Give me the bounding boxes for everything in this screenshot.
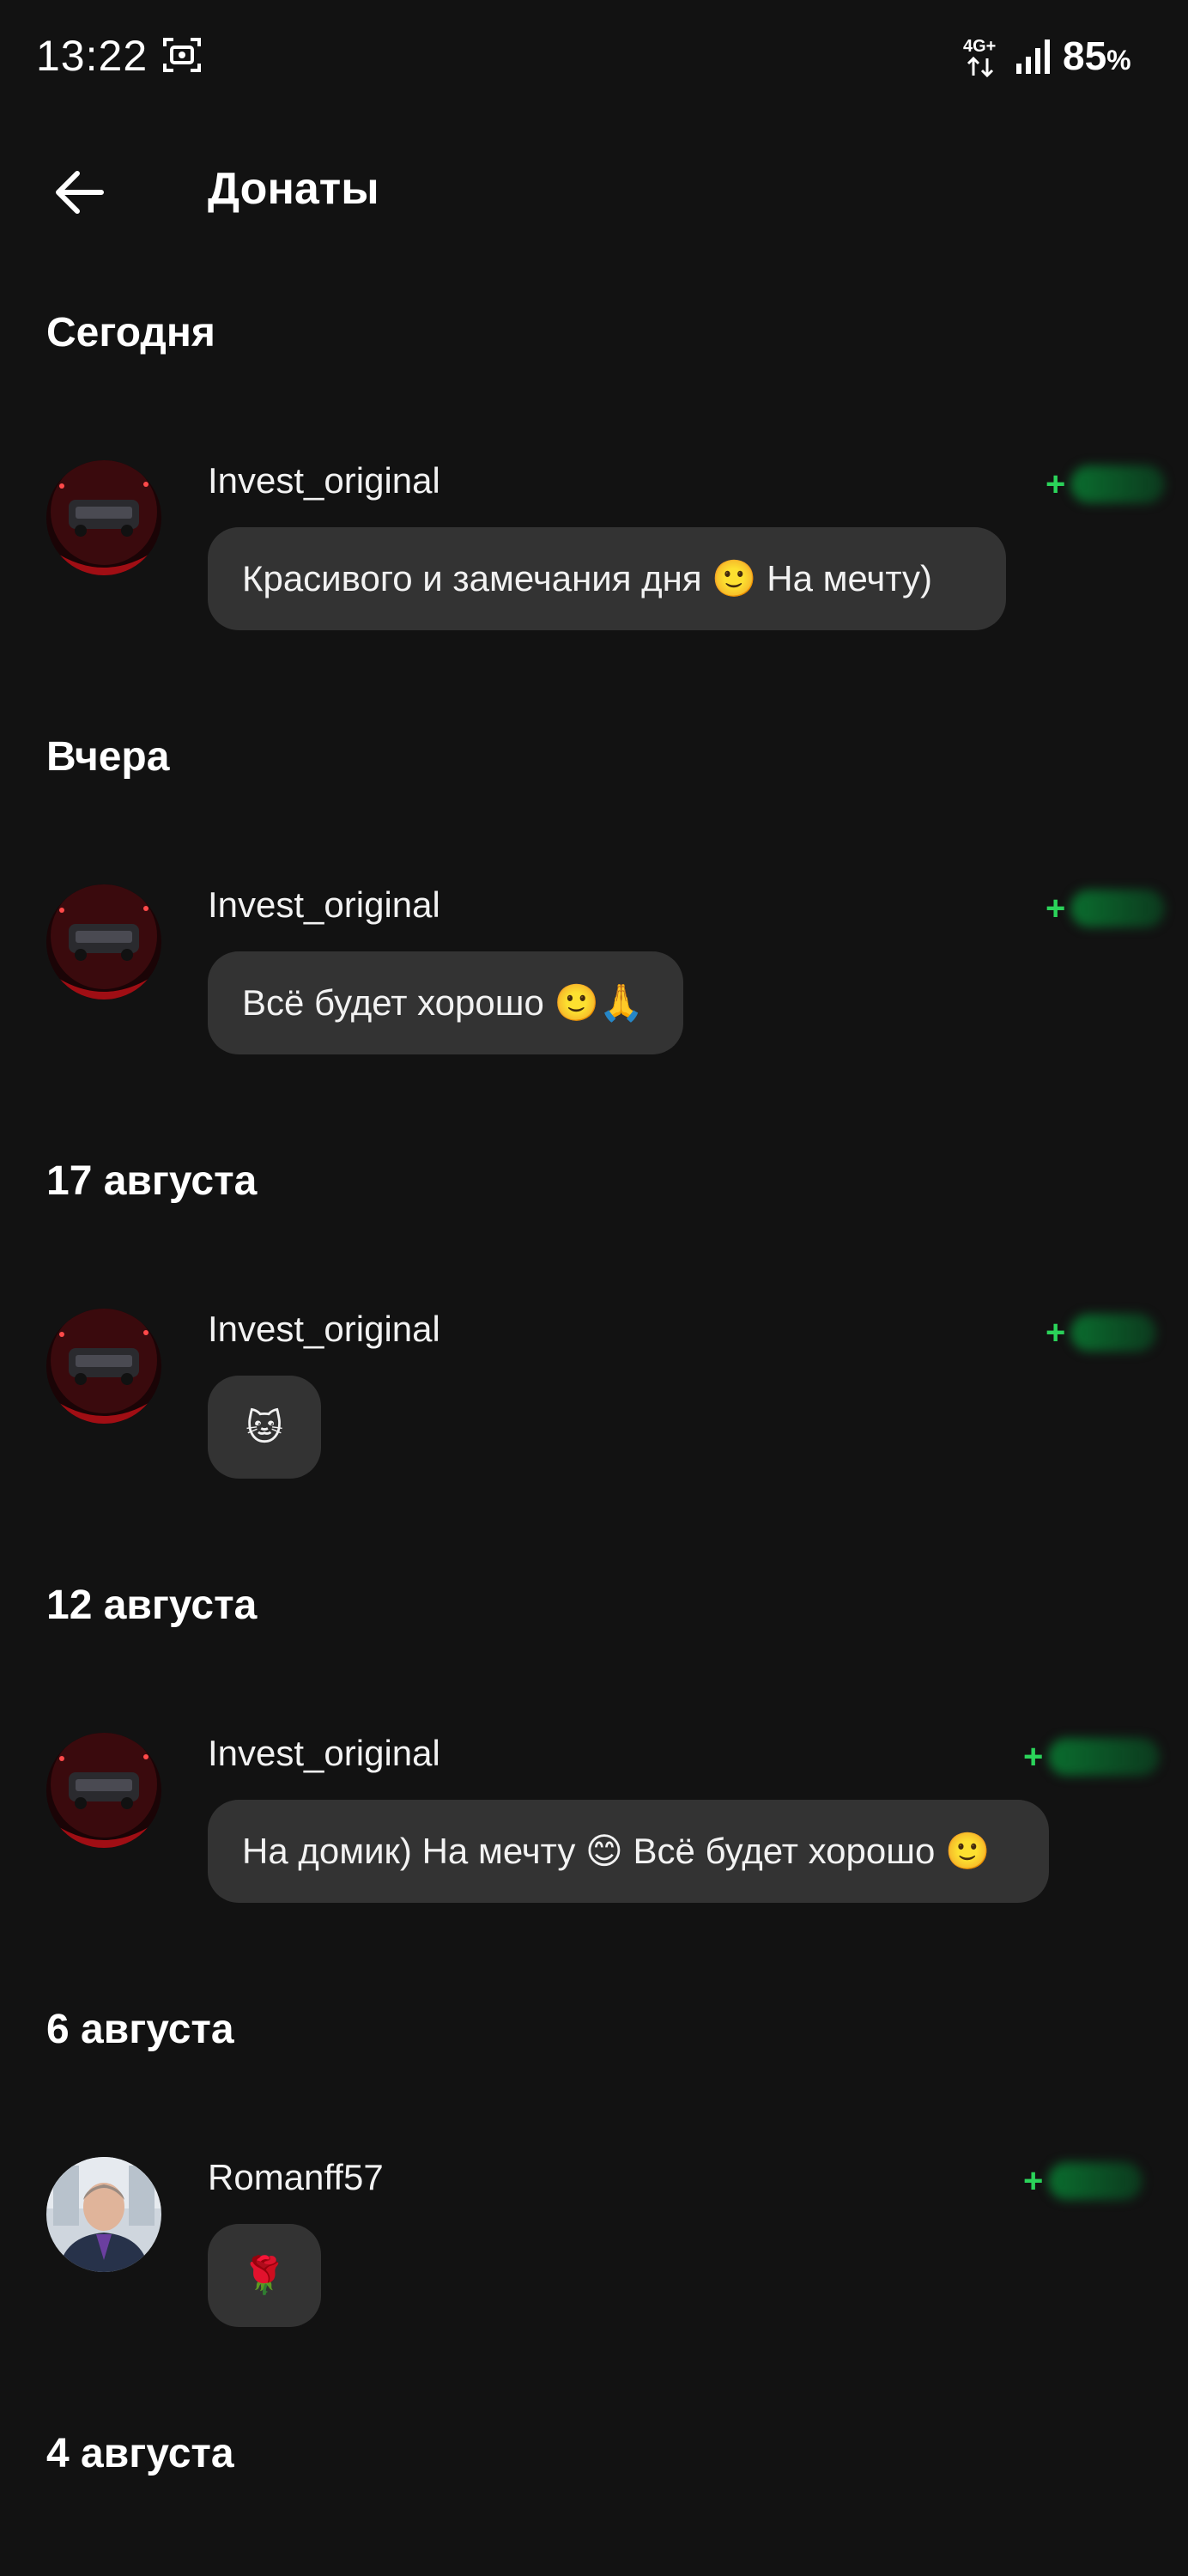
donation-item[interactable]: Invest_original + 🐱 bbox=[0, 1309, 1188, 1498]
amount-plus: + bbox=[1023, 1737, 1044, 1776]
donation-item[interactable]: Invest_original + На домик) На мечту 😊 В… bbox=[0, 1733, 1188, 1922]
date-header: Вчера bbox=[46, 734, 170, 780]
avatar[interactable] bbox=[46, 1309, 161, 1424]
status-bar: 13:22 4G+ 85% bbox=[0, 0, 1188, 112]
network-4g-icon: 4G+ bbox=[961, 34, 1011, 79]
avatar[interactable] bbox=[46, 2157, 161, 2272]
battery-value: 85 bbox=[1063, 33, 1107, 78]
message-bubble: 🌹 bbox=[208, 2224, 321, 2327]
date-header: 6 августа bbox=[46, 2007, 234, 2052]
network-label: 4G+ bbox=[963, 37, 996, 56]
back-button[interactable] bbox=[46, 158, 115, 227]
page-title: Донаты bbox=[208, 164, 379, 214]
date-header: 12 августа bbox=[46, 1583, 258, 1628]
amount-hidden bbox=[1048, 2162, 1143, 2200]
battery-unit: % bbox=[1106, 45, 1131, 76]
amount-hidden bbox=[1048, 1738, 1161, 1776]
status-time: 13:22 bbox=[36, 32, 148, 80]
sender-name: Invest_original bbox=[208, 1309, 440, 1349]
date-header: 17 августа bbox=[46, 1158, 258, 1204]
amount-hidden bbox=[1070, 890, 1166, 927]
donation-item[interactable]: Invest_original + Красивого и замечания … bbox=[0, 460, 1188, 649]
app-bar: Донаты bbox=[0, 137, 1188, 240]
donation-amount: + bbox=[1023, 2157, 1143, 2205]
donation-item[interactable]: Invest_original + Всё будет хорошо 🙂🙏 bbox=[0, 884, 1188, 1073]
amount-plus: + bbox=[1023, 2161, 1044, 2200]
sender-name: Invest_original bbox=[208, 1733, 440, 1773]
donation-amount: + bbox=[1046, 460, 1166, 508]
avatar[interactable] bbox=[46, 460, 161, 575]
date-header: 4 августа bbox=[46, 2431, 234, 2476]
signal-icon bbox=[1015, 36, 1054, 76]
donation-item[interactable]: Romanff57 + 🌹 bbox=[0, 2157, 1188, 2346]
amount-plus: + bbox=[1046, 889, 1066, 927]
amount-hidden bbox=[1070, 465, 1166, 503]
screenshot-icon bbox=[161, 34, 203, 76]
amount-hidden bbox=[1070, 1314, 1157, 1352]
donation-amount: + bbox=[1023, 1733, 1161, 1781]
donation-amount: + bbox=[1046, 884, 1166, 933]
sender-name: Invest_original bbox=[208, 460, 440, 501]
donation-amount: + bbox=[1046, 1309, 1157, 1357]
avatar[interactable] bbox=[46, 1733, 161, 1848]
message-bubble: 🐱 bbox=[208, 1376, 321, 1479]
battery-level: 85% bbox=[1063, 33, 1131, 79]
message-bubble: На домик) На мечту 😊 Всё будет хорошо 🙂 bbox=[208, 1800, 1049, 1903]
sender-name: Romanff57 bbox=[208, 2157, 384, 2197]
amount-plus: + bbox=[1046, 1313, 1066, 1352]
arrow-left-icon bbox=[56, 171, 104, 214]
sender-name: Invest_original bbox=[208, 884, 440, 925]
amount-plus: + bbox=[1046, 465, 1066, 503]
message-bubble: Всё будет хорошо 🙂🙏 bbox=[208, 951, 683, 1054]
avatar[interactable] bbox=[46, 884, 161, 999]
date-header: Сегодня bbox=[46, 310, 215, 355]
message-bubble: Красивого и замечания дня 🙂 На мечту) bbox=[208, 527, 1006, 630]
